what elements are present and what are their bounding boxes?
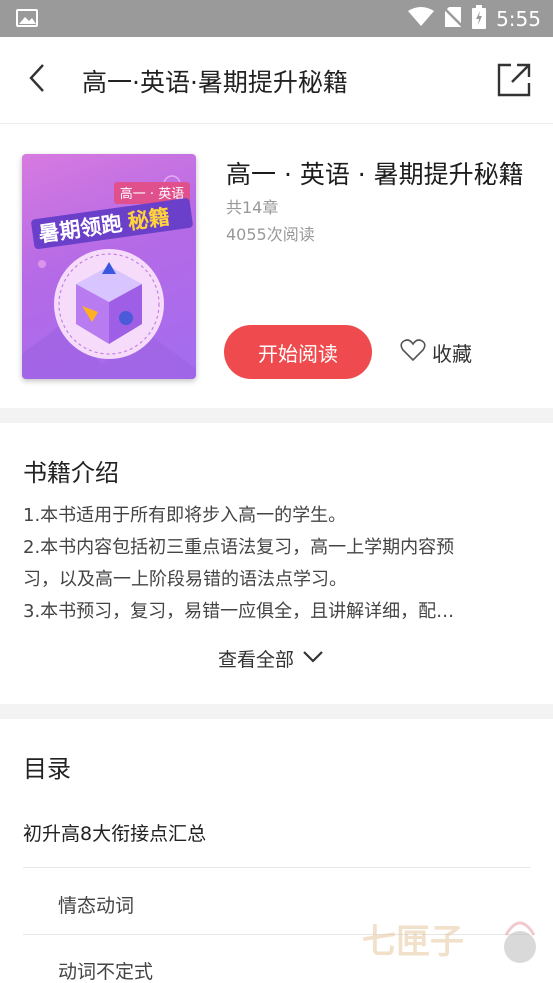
favorite-button[interactable]: 收藏 <box>400 337 472 367</box>
cover-tag: 高一 · 英语 <box>120 186 184 202</box>
book-header: 高一 · 英语 暑期领跑 秘籍 高一 · 英语 · 暑期提升秘籍 共14章 40… <box>0 125 553 408</box>
intro-heading: 书籍介绍 <box>23 459 119 487</box>
heart-icon <box>400 338 426 366</box>
intro-text: 1.本书适用于所有即将步入高一的学生。 2.本书内容包括初三重点语法复习，高一上… <box>23 500 533 628</box>
view-all-label: 查看全部 <box>218 648 295 671</box>
toc-heading: 目录 <box>23 755 71 783</box>
watermark-text: 七匣子 <box>362 922 464 962</box>
section-divider <box>0 408 553 423</box>
status-time: 5:55 <box>496 6 541 31</box>
chapter-count: 共14章 <box>226 198 279 217</box>
chevron-down-icon <box>302 649 324 668</box>
book-title: 高一 · 英语 · 暑期提升秘籍 <box>226 160 524 189</box>
back-arrow-icon <box>28 63 46 97</box>
page-title: 高一·英语·暑期提升秘籍 <box>82 68 348 97</box>
section-divider <box>0 704 553 719</box>
toc-item[interactable]: 情态动词 <box>58 891 134 918</box>
wifi-icon <box>408 6 435 31</box>
intro-line: 习，以及高一上阶段易错的语法点学习。 <box>23 569 347 590</box>
start-reading-button[interactable]: 开始阅读 <box>224 325 372 379</box>
book-cover[interactable]: 高一 · 英语 暑期领跑 秘籍 <box>22 154 196 379</box>
image-icon <box>16 9 38 27</box>
view-all-button[interactable]: 查看全部 <box>218 643 324 673</box>
battery-icon <box>472 4 487 33</box>
book-intro-section: 书籍介绍 1.本书适用于所有即将步入高一的学生。 2.本书内容包括初三重点语法复… <box>0 423 553 704</box>
share-button[interactable] <box>495 61 533 99</box>
intro-line: 2.本书内容包括初三重点语法复习，高一上学期内容预 <box>23 537 455 558</box>
status-bar: 5:55 <box>0 0 553 37</box>
favorite-label: 收藏 <box>432 341 472 366</box>
divider <box>23 867 530 868</box>
read-count: 4055次阅读 <box>226 225 315 244</box>
app-bar: 高一·英语·暑期提升秘籍 <box>0 37 553 124</box>
toc-item[interactable]: 动词不定式 <box>58 957 153 983</box>
toc-chapter-title[interactable]: 初升高8大衔接点汇总 <box>23 819 206 846</box>
back-button[interactable] <box>20 62 54 98</box>
no-sim-icon <box>443 6 463 32</box>
share-icon <box>495 63 533 103</box>
intro-line: 1.本书适用于所有即将步入高一的学生。 <box>23 505 347 526</box>
intro-line: 3.本书预习，复习，易错一应俱全，且讲解详细，配… <box>23 601 455 622</box>
watermark-logo: 七匣子 <box>360 905 545 975</box>
